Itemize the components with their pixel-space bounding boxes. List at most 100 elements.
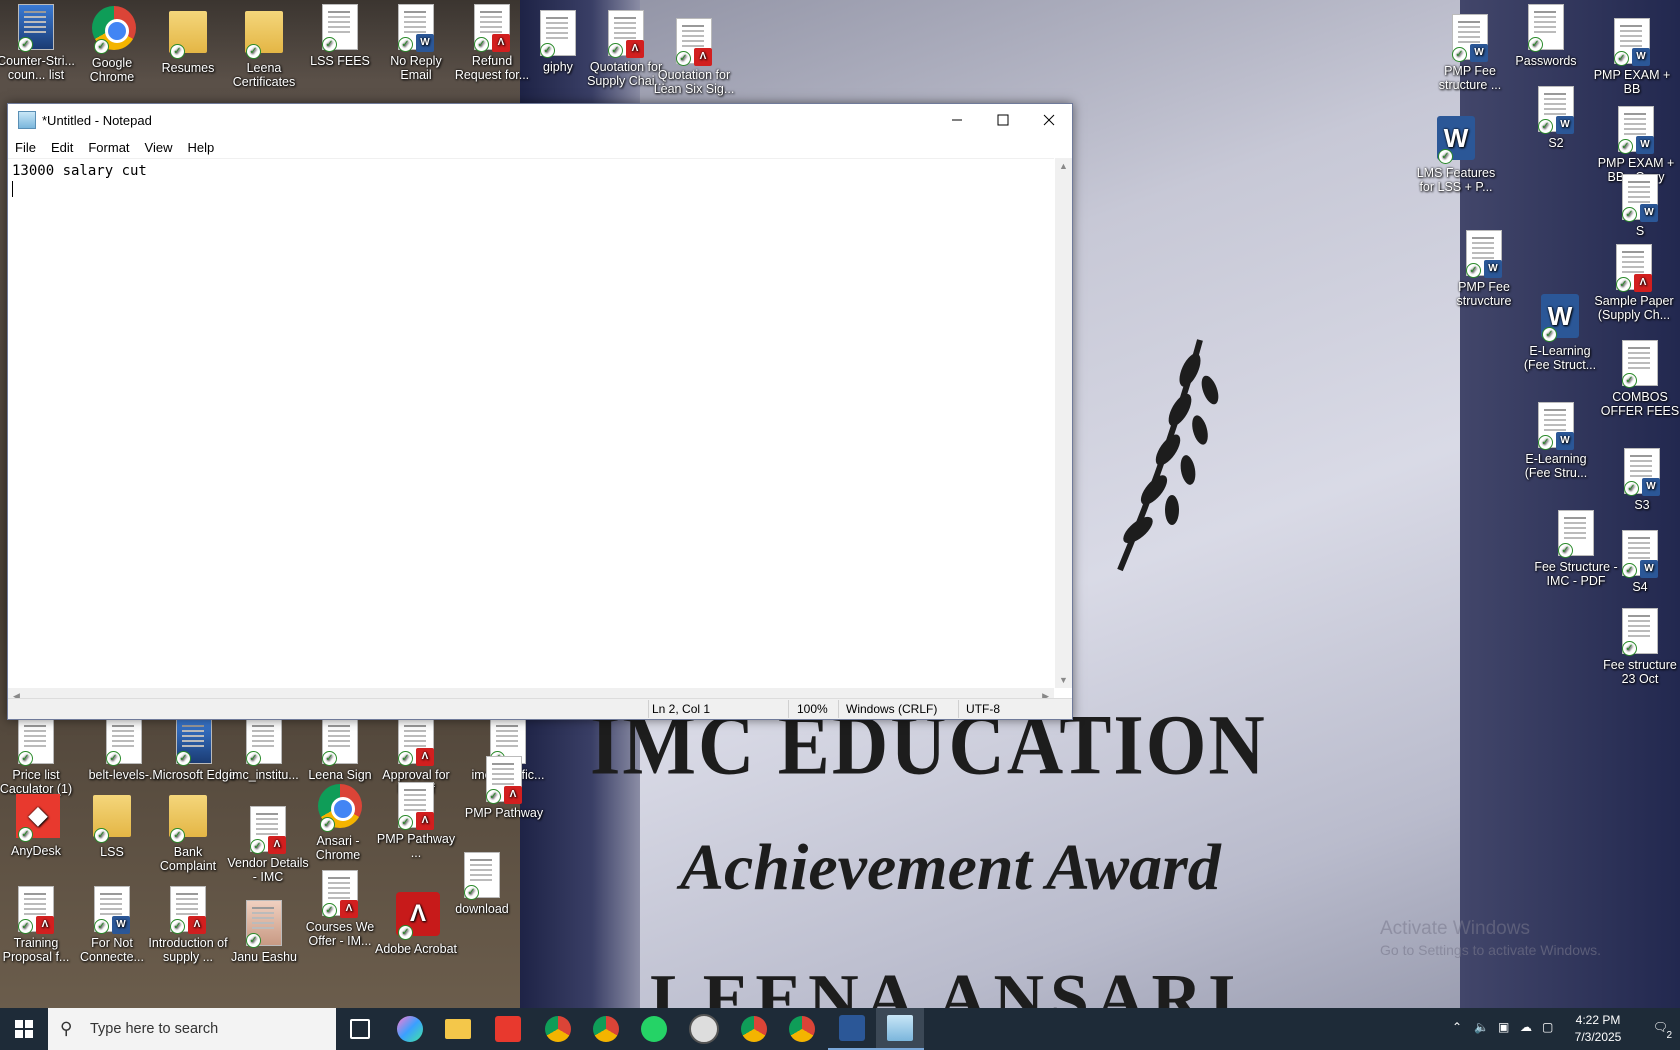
menu-format[interactable]: Format xyxy=(81,140,137,155)
cloud-icon[interactable]: ☁ xyxy=(1520,1020,1532,1034)
menu-view[interactable]: View xyxy=(138,140,181,155)
status-divider xyxy=(958,700,959,718)
camera-icon[interactable]: ▣ xyxy=(1498,1020,1509,1034)
sync-check-icon: ✓ xyxy=(398,751,413,766)
desktop-icon[interactable]: W ✓ S3 xyxy=(1600,448,1680,512)
desktop-icon-label: Introduction of supply ... xyxy=(148,936,228,964)
status-bar: Ln 2, Col 1 100% Windows (CRLF) UTF-8 xyxy=(8,698,1072,719)
desktop-icon[interactable]: ✓ Google Chrome xyxy=(70,4,154,84)
scroll-down-icon[interactable]: ▼ xyxy=(1059,675,1068,685)
taskbar-chrome[interactable] xyxy=(730,1008,778,1050)
desktop-icon[interactable]: W ✓ For Not Connecte... xyxy=(70,886,154,964)
search-icon: ⚲ xyxy=(60,1019,73,1038)
desktop-icon[interactable]: Λ ✓ Adobe Acrobat xyxy=(374,890,458,956)
desktop-icon[interactable]: ✓ Janu Eashu xyxy=(222,900,306,964)
text-editor[interactable]: 13000 salary cut xyxy=(8,158,1054,689)
vertical-scrollbar[interactable]: ▲ ▼ xyxy=(1055,158,1072,688)
desktop-icon[interactable]: ✓ Counter-Stri... coun... list xyxy=(0,4,78,82)
desktop-icon[interactable]: W ✓ PMP Fee struvcture xyxy=(1442,230,1526,308)
desktop-icon[interactable]: W ✓ E-Learning (Fee Stru... xyxy=(1514,402,1598,480)
desktop-icon[interactable]: Λ ✓ Introduction of supply ... xyxy=(146,886,230,964)
desktop-icon[interactable]: Λ ✓ Sample Paper (Supply Ch... xyxy=(1592,244,1676,322)
desktop-icon[interactable]: ✓ Fee structure 23 Oct xyxy=(1598,608,1680,686)
maximize-button[interactable] xyxy=(980,104,1026,136)
copilot-icon xyxy=(397,1016,423,1042)
network-icon[interactable]: ▢ xyxy=(1542,1020,1553,1034)
desktop-icon[interactable]: Λ ✓ Courses We Offer - IM... xyxy=(298,870,382,948)
taskbar-file-explorer[interactable] xyxy=(434,1008,482,1050)
desktop-icon[interactable]: W ✓ PMP EXAM + BB xyxy=(1590,18,1674,96)
taskbar-chrome[interactable] xyxy=(582,1008,630,1050)
taskbar-whatsapp[interactable] xyxy=(630,1008,678,1050)
taskbar-search[interactable]: ⚲ Type here to search xyxy=(48,1008,336,1050)
desktop-icon[interactable]: ✓ Leena Certificates xyxy=(222,8,306,89)
desktop-icon[interactable]: Λ ✓ PMP Pathway xyxy=(462,756,546,820)
sync-check-icon: ✓ xyxy=(94,39,109,54)
pdf-icon: Λ xyxy=(36,916,54,934)
sync-check-icon: ✓ xyxy=(246,44,261,59)
menu-file[interactable]: File xyxy=(8,140,44,155)
minimize-button[interactable] xyxy=(934,104,980,136)
desktop-icon-label: Bank Complaint xyxy=(159,845,217,873)
desktop-icon[interactable]: W ✓ LMS Features for LSS + P... xyxy=(1414,114,1498,194)
word-icon: W xyxy=(1632,48,1650,66)
sync-check-icon: ✓ xyxy=(1538,435,1553,450)
sync-check-icon: ✓ xyxy=(540,43,555,58)
notification-count: 2 xyxy=(1666,1030,1672,1041)
desktop-icon[interactable]: Λ ✓ PMP Pathway ... xyxy=(374,782,458,860)
clock[interactable]: 4:22 PM 7/3/2025 xyxy=(1568,1012,1628,1046)
chevron-up-icon[interactable]: ⌃ xyxy=(1452,1020,1462,1034)
sync-check-icon: ✓ xyxy=(106,751,121,766)
windows-logo-icon xyxy=(15,1020,33,1038)
taskbar-word[interactable] xyxy=(828,1008,876,1050)
taskbar-notepad[interactable] xyxy=(876,1008,924,1050)
close-button[interactable] xyxy=(1026,104,1072,136)
zoom-level: 100% xyxy=(797,702,828,716)
desktop-icon[interactable]: Λ ✓ Training Proposal f... xyxy=(0,886,78,964)
taskbar-app[interactable] xyxy=(484,1008,532,1050)
taskbar-clock-app[interactable] xyxy=(680,1008,728,1050)
desktop-icon[interactable]: ✓ Passwords xyxy=(1504,4,1588,68)
menu-help[interactable]: Help xyxy=(180,140,222,155)
sync-check-icon: ✓ xyxy=(1624,481,1639,496)
taskbar-copilot[interactable] xyxy=(386,1008,434,1050)
sync-check-icon: ✓ xyxy=(1438,149,1453,164)
desktop-icon[interactable]: Λ ✓ Quotation for Lean Six Sig... xyxy=(652,18,736,96)
word-icon: W xyxy=(1556,116,1574,134)
desktop-icon[interactable]: ◆ ✓ AnyDesk xyxy=(0,792,78,858)
sync-check-icon: ✓ xyxy=(18,751,33,766)
sync-check-icon: ✓ xyxy=(94,828,109,843)
desktop-icon[interactable]: ✓ LSS FEES xyxy=(298,4,382,68)
speaker-muted-icon[interactable]: 🔈 xyxy=(1474,1020,1489,1034)
sync-check-icon: ✓ xyxy=(18,919,33,934)
desktop-icon[interactable]: W ✓ E-Learning (Fee Struct... xyxy=(1518,292,1602,372)
notepad-titlebar[interactable]: *Untitled - Notepad xyxy=(8,104,1072,136)
desktop-icon[interactable]: ✓ Price list Caculator (1) xyxy=(0,718,78,796)
menu-edit[interactable]: Edit xyxy=(44,140,81,155)
sync-check-icon: ✓ xyxy=(676,51,691,66)
start-button[interactable] xyxy=(0,1008,48,1050)
sync-check-icon: ✓ xyxy=(246,751,261,766)
taskbar-chrome[interactable] xyxy=(534,1008,582,1050)
desktop-icon[interactable]: ✓ Leena Sign xyxy=(298,718,382,782)
desktop-icon[interactable]: W ✓ PMP Fee structure ... xyxy=(1428,14,1512,92)
sync-check-icon: ✓ xyxy=(18,827,33,842)
desktop-icon[interactable]: W ✓ No Reply Email xyxy=(374,4,458,82)
desktop-icon[interactable]: W ✓ S4 xyxy=(1598,530,1680,594)
sync-check-icon: ✓ xyxy=(1452,47,1467,62)
desktop-icon[interactable]: W ✓ S xyxy=(1598,174,1680,238)
desktop-icon[interactable]: W✓PMP EXAM + BB - Copy xyxy=(1594,106,1678,184)
desktop-icon[interactable]: ✓ LSS xyxy=(70,792,154,859)
desktop-icon[interactable]: W ✓ S2 xyxy=(1514,86,1598,150)
desktop-icon[interactable]: ✓ Resumes xyxy=(146,8,230,75)
scroll-up-icon[interactable]: ▲ xyxy=(1059,161,1068,171)
desktop-icon[interactable]: ✓ Ansari - Chrome xyxy=(296,782,380,862)
sync-check-icon: ✓ xyxy=(94,919,109,934)
task-view-button[interactable] xyxy=(336,1008,384,1050)
desktop-icon-label: Counter-Stri... coun... list xyxy=(0,54,75,82)
desktop-icon-label: For Not Connecte... xyxy=(80,936,144,964)
desktop-icon[interactable]: ✓ imc_institu... xyxy=(222,718,306,782)
desktop-icon[interactable]: ✓ Bank Complaint xyxy=(146,792,230,873)
taskbar-chrome[interactable] xyxy=(778,1008,826,1050)
desktop-icon[interactable]: ✓ COMBOS OFFER FEES xyxy=(1598,340,1680,418)
